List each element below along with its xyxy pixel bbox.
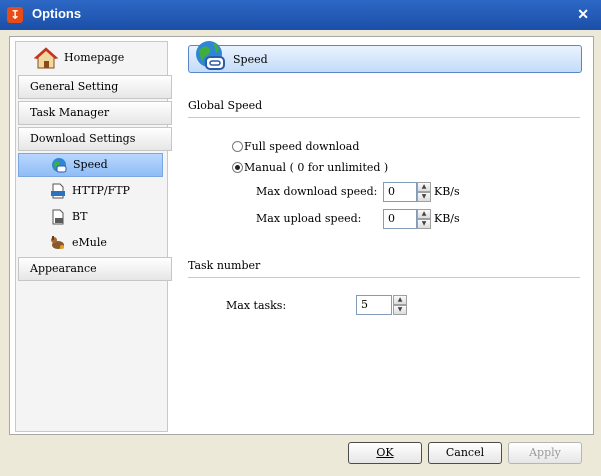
bt-file-icon	[52, 209, 64, 225]
page-title-bar: Speed	[188, 45, 582, 73]
manual-speed-label[interactable]: Manual ( 0 for unlimited )	[244, 161, 388, 174]
options-dialog: Homepage General Setting Task Manager Do…	[0, 30, 601, 476]
emule-mule-icon	[51, 236, 64, 249]
apply-button[interactable]: Apply	[508, 442, 582, 464]
max-download-input[interactable]: 0	[383, 182, 417, 202]
apply-button-label: Apply	[529, 446, 561, 459]
sidebar: Homepage General Setting Task Manager Do…	[15, 41, 172, 432]
chevron-down-icon[interactable]: ▼	[417, 219, 431, 229]
section-divider	[188, 277, 580, 278]
sidebar-item-appearance[interactable]: Appearance	[18, 257, 172, 281]
ok-button-label: OK	[376, 446, 394, 459]
sidebar-item-label: HTTP/FTP	[72, 184, 130, 197]
globe-link-icon	[52, 158, 67, 173]
full-speed-radio[interactable]	[232, 141, 243, 152]
sidebar-item-label: BT	[72, 210, 88, 223]
sidebar-item-bt[interactable]: BT	[18, 206, 161, 228]
global-speed-heading: Global Speed	[188, 99, 263, 112]
sidebar-item-speed[interactable]: Speed	[18, 153, 163, 177]
max-download-stepper[interactable]: ▲ ▼	[417, 182, 431, 202]
download-unit-label: KB/s	[434, 185, 460, 198]
chevron-up-icon[interactable]: ▲	[393, 295, 407, 305]
upload-unit-label: KB/s	[434, 212, 460, 225]
window-title: Options	[32, 6, 82, 21]
task-number-heading: Task number	[188, 259, 261, 272]
chevron-down-icon[interactable]: ▼	[393, 305, 407, 315]
sidebar-item-general-setting[interactable]: General Setting	[18, 75, 172, 99]
cancel-button-label: Cancel	[445, 446, 485, 459]
app-download-icon: ↧	[7, 7, 23, 23]
max-tasks-label: Max tasks:	[226, 299, 287, 312]
sidebar-item-task-manager[interactable]: Task Manager	[18, 101, 172, 125]
max-upload-input[interactable]: 0	[383, 209, 417, 229]
chevron-down-icon[interactable]: ▼	[417, 192, 431, 202]
globe-link-icon	[196, 41, 225, 70]
sidebar-item-label: Homepage	[64, 51, 125, 64]
title-bar: ↧ Options ✕	[0, 0, 601, 30]
house-icon	[34, 47, 58, 69]
http-file-icon	[51, 183, 65, 199]
sidebar-item-label: Speed	[73, 158, 108, 171]
cancel-button[interactable]: Cancel	[428, 442, 502, 464]
max-download-label: Max download speed:	[256, 185, 378, 198]
page-title: Speed	[233, 53, 268, 66]
sidebar-item-download-settings[interactable]: Download Settings	[18, 127, 172, 151]
full-speed-label[interactable]: Full speed download	[244, 140, 359, 153]
manual-speed-radio[interactable]	[232, 162, 243, 173]
max-tasks-stepper[interactable]: ▲ ▼	[393, 295, 407, 315]
ok-button[interactable]: OK	[348, 442, 422, 464]
max-tasks-input[interactable]: 5	[356, 295, 392, 315]
max-upload-stepper[interactable]: ▲ ▼	[417, 209, 431, 229]
sidebar-item-homepage[interactable]: Homepage	[18, 44, 172, 72]
chevron-up-icon[interactable]: ▲	[417, 209, 431, 219]
sidebar-item-emule[interactable]: eMule	[18, 232, 161, 254]
close-icon[interactable]: ✕	[577, 6, 589, 23]
sidebar-item-label: eMule	[72, 236, 107, 249]
sidebar-item-http-ftp[interactable]: HTTP/FTP	[18, 180, 161, 202]
chevron-up-icon[interactable]: ▲	[417, 182, 431, 192]
main-panel: Homepage General Setting Task Manager Do…	[9, 36, 594, 435]
max-upload-label: Max upload speed:	[256, 212, 362, 225]
section-divider	[188, 117, 580, 118]
